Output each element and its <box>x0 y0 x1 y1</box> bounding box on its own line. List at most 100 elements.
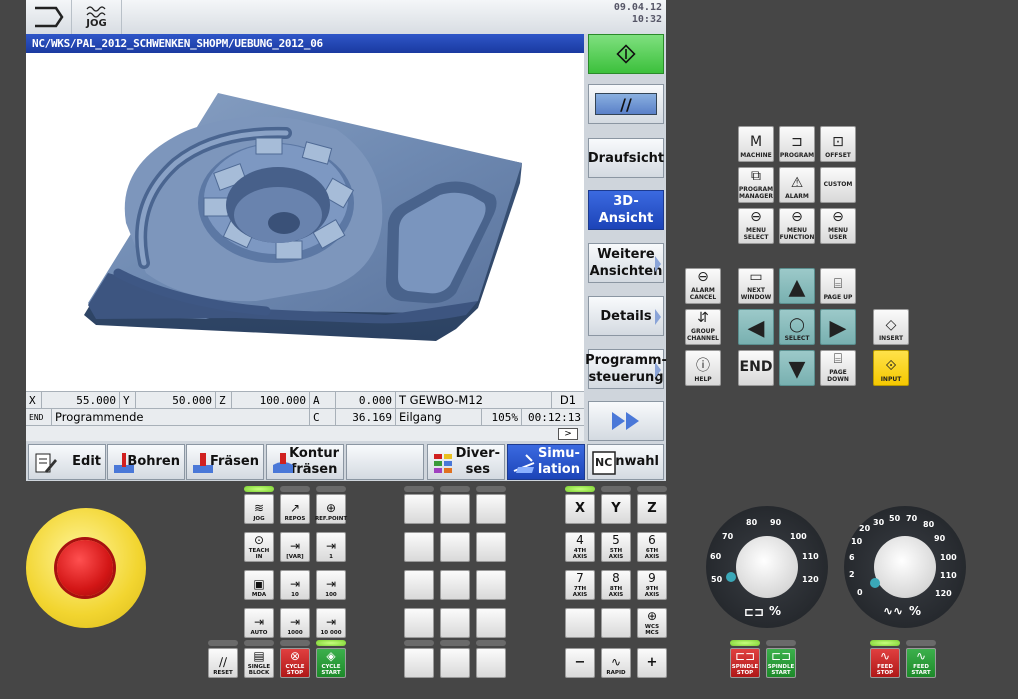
cursor-down-key[interactable]: ▼ <box>779 350 815 386</box>
group-channel-key[interactable]: ⇵ GROUP CHANNEL <box>685 309 721 345</box>
cursor-left-key[interactable]: ◀ <box>738 309 774 345</box>
alarm-key[interactable]: ⚠ ALARM <box>779 167 815 203</box>
axis-x-key[interactable]: X <box>565 494 595 524</box>
anwahl-softkey[interactable]: NC Anwahl <box>587 444 664 480</box>
blank-key[interactable] <box>404 648 434 678</box>
kontur-fraesen-softkey[interactable]: Kontur fräsen <box>266 444 344 480</box>
custom-key[interactable]: CUSTOM <box>820 167 856 203</box>
blank-key[interactable] <box>601 608 631 638</box>
repos-key[interactable]: ↗ REPOS <box>280 494 310 524</box>
blank-key[interactable] <box>476 608 506 638</box>
increment-1000-key[interactable]: ⇥ 1000 <box>280 608 310 638</box>
cursor-up-key[interactable]: ▲ <box>779 268 815 304</box>
axis-plus-key[interactable]: + <box>637 648 667 678</box>
increment-10000-key[interactable]: ⇥ 10 000 <box>316 608 346 638</box>
input-key[interactable]: ⟐ INPUT <box>873 350 909 386</box>
cycle-stop-key[interactable]: ⊗ CYCLE STOP <box>280 648 310 678</box>
feed-override-knob[interactable] <box>874 536 936 598</box>
program-manager-icon: ⧉ <box>751 168 761 184</box>
menu-user-key[interactable]: ⊖ MENU USER <box>820 208 856 244</box>
axis-y-key[interactable]: Y <box>601 494 631 524</box>
cycle-start-softkey[interactable] <box>588 34 664 74</box>
next-window-key[interactable]: ▭ NEXT WINDOW <box>738 268 774 304</box>
simulation-3d-viewport[interactable] <box>26 53 584 391</box>
emergency-stop-button[interactable] <box>57 540 113 596</box>
axis-5-key[interactable]: 5 5TH AXIS <box>601 532 631 562</box>
program-key[interactable]: ⊐ PROGRAM <box>779 126 815 162</box>
blank-key[interactable] <box>476 494 506 524</box>
jog-key[interactable]: ≋ JOG <box>244 494 274 524</box>
select-key[interactable]: ◯ SELECT <box>779 309 815 345</box>
machine-key[interactable]: M MACHINE <box>738 126 774 162</box>
refpoint-key[interactable]: ⊕ REF.POINT <box>315 494 347 524</box>
insert-icon: ◇ <box>885 317 897 333</box>
axis-9-label: 9TH AXIS <box>644 586 660 598</box>
fraesen-softkey[interactable]: Fräsen <box>186 444 264 480</box>
increment-1-key[interactable]: ⇥ 1 <box>316 532 346 562</box>
weitere-ansichten-softkey[interactable]: Weitere Ansichten <box>588 243 664 283</box>
menu-function-key[interactable]: ⊖ MENU FUNCTION <box>779 208 815 244</box>
reset-key[interactable]: ∕∕ RESET <box>208 648 238 678</box>
blank-key[interactable] <box>440 532 470 562</box>
blank-key[interactable] <box>440 494 470 524</box>
spindle-start-key[interactable]: ⊏⊐ SPINDLE START <box>766 648 796 678</box>
menu-select-key[interactable]: ⊖ MENU SELECT <box>738 208 774 244</box>
scroll-right-button[interactable]: > <box>558 428 578 440</box>
axis-4-key[interactable]: 4 4TH AXIS <box>565 532 595 562</box>
feed-tick: 0 <box>857 588 863 597</box>
blank-key[interactable] <box>476 532 506 562</box>
blank-key[interactable] <box>440 570 470 600</box>
bohren-softkey[interactable]: Bohren <box>107 444 185 480</box>
help-key[interactable]: ⓘ HELP <box>685 350 721 386</box>
rapid-key[interactable]: ∿ RAPID <box>601 648 631 678</box>
cycle-start-key[interactable]: ◈ CYCLE START <box>316 648 346 678</box>
wcs-mcs-key[interactable]: ⊕ WCS MCS <box>637 608 667 638</box>
details-softkey[interactable]: Details <box>588 296 664 336</box>
blank-key[interactable] <box>440 608 470 638</box>
empty-softkey[interactable] <box>346 444 424 480</box>
spindle-stop-key[interactable]: ⊏⊐ SPINDLE STOP <box>730 648 760 678</box>
program-manager-key[interactable]: ⧉ PROGRAM MANAGER <box>738 167 774 203</box>
insert-key[interactable]: ◇ INSERT <box>873 309 909 345</box>
simulation-softkey[interactable]: Simu- lation <box>507 444 585 480</box>
fast-forward-softkey[interactable] <box>588 401 664 441</box>
programmsteuerung-softkey[interactable]: Programm- steuerung <box>585 349 667 389</box>
axis-6-key[interactable]: 6 6TH AXIS <box>637 532 667 562</box>
blank-key[interactable] <box>440 648 470 678</box>
blank-key[interactable] <box>565 608 595 638</box>
spindle-override-knob[interactable] <box>736 536 798 598</box>
reset-softkey[interactable]: // <box>588 84 664 124</box>
3d-ansicht-softkey[interactable]: 3D- Ansicht <box>588 190 664 230</box>
offset-key[interactable]: ⊡ OFFSET <box>820 126 856 162</box>
draufsicht-softkey[interactable]: Draufsicht <box>588 138 664 178</box>
machine-area-icon[interactable] <box>26 0 72 34</box>
blank-key[interactable] <box>404 570 434 600</box>
cursor-right-key[interactable]: ▶ <box>820 309 856 345</box>
alarm-cancel-key[interactable]: ⊖ ALARM CANCEL <box>685 268 721 304</box>
axis-8-key[interactable]: 8 8TH AXIS <box>601 570 631 600</box>
diverses-softkey[interactable]: Diver- ses <box>427 444 505 480</box>
blank-key[interactable] <box>476 648 506 678</box>
blank-key[interactable] <box>476 570 506 600</box>
increment-10-key[interactable]: ⇥ 10 <box>280 570 310 600</box>
teach-in-key[interactable]: ⊙ TEACH IN <box>244 532 274 562</box>
mda-key[interactable]: ▣ MDA <box>244 570 274 600</box>
axis-9-key[interactable]: 9 9TH AXIS <box>637 570 667 600</box>
feed-tick: 110 <box>940 571 957 580</box>
edit-softkey[interactable]: Edit <box>28 444 106 480</box>
single-block-key[interactable]: ▤ SINGLE BLOCK <box>244 648 274 678</box>
feed-start-key[interactable]: ∿ FEED START <box>906 648 936 678</box>
blank-key[interactable] <box>404 494 434 524</box>
blank-key[interactable] <box>404 532 434 562</box>
axis-z-key[interactable]: Z <box>637 494 667 524</box>
page-up-key[interactable]: ⌸ PAGE UP <box>820 268 856 304</box>
page-down-key[interactable]: ⌸ PAGE DOWN <box>820 350 856 386</box>
blank-key[interactable] <box>404 608 434 638</box>
axis-7-key[interactable]: 7 7TH AXIS <box>565 570 595 600</box>
increment-100-key[interactable]: ⇥ 100 <box>316 570 346 600</box>
auto-key[interactable]: ⇥ AUTO <box>244 608 274 638</box>
axis-minus-key[interactable]: − <box>565 648 595 678</box>
var-increment-key[interactable]: ⇥ [VAR] <box>280 532 310 562</box>
end-key[interactable]: END <box>738 350 774 386</box>
feed-stop-key[interactable]: ∿ FEED STOP <box>870 648 900 678</box>
